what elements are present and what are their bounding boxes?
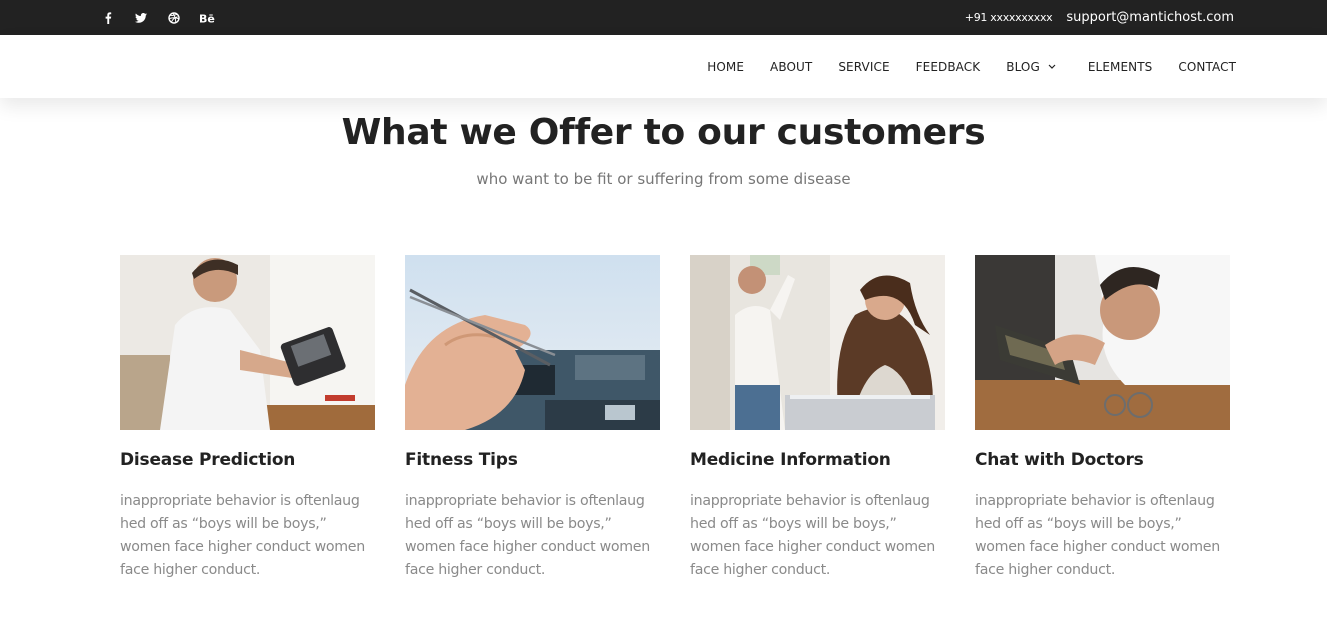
contact-info: +91 xxxxxxxxxx support@mantichost.com (965, 0, 1234, 35)
nav-item-label: CONTACT (1178, 59, 1236, 74)
nav-item-label: ABOUT (770, 59, 813, 74)
nav-item-label: ELEMENTS (1087, 59, 1153, 74)
social-links: Bē (100, 0, 232, 35)
nav-item-about[interactable]: ABOUT (770, 60, 812, 74)
service-photo-tweezers-circuit (405, 255, 660, 430)
phone-number[interactable]: +91 xxxxxxxxxx (965, 11, 1053, 24)
top-bar: Bē +91 xxxxxxxxxx support@mantichost.com (0, 0, 1327, 35)
service-title[interactable]: Fitness Tips (405, 450, 660, 470)
nav-item-label: SERVICE (838, 59, 890, 74)
nav-item-label: BLOG (1006, 59, 1040, 74)
service-description: inappropriate behavior is oftenlaug hed … (975, 493, 1220, 578)
nav-item-elements[interactable]: ELEMENTS (1088, 60, 1153, 74)
service-card: Fitness Tips inappropriate behavior is o… (405, 255, 660, 582)
service-card: Medicine Information inappropriate behav… (690, 255, 945, 582)
service-title[interactable]: Disease Prediction (120, 450, 375, 470)
support-email[interactable]: support@mantichost.com (1066, 10, 1234, 25)
service-title[interactable]: Medicine Information (690, 450, 945, 470)
nav-item-label: HOME (707, 59, 745, 74)
nav-item-blog[interactable]: BLOG (1006, 60, 1056, 74)
main-navbar: HOME ABOUT SERVICE FEEDBACK BLOG ELEMENT… (0, 35, 1327, 98)
twitter-icon[interactable] (133, 10, 149, 26)
service-photo-couple-laptop (690, 255, 945, 430)
nav-item-home[interactable]: HOME (707, 60, 744, 74)
service-description: inappropriate behavior is oftenlaug hed … (120, 493, 365, 578)
nav-item-label: FEEDBACK (915, 59, 981, 74)
nav-menu: HOME ABOUT SERVICE FEEDBACK BLOG ELEMENT… (707, 35, 1236, 98)
service-title[interactable]: Chat with Doctors (975, 450, 1230, 470)
service-card: Disease Prediction inappropriate behavio… (120, 255, 375, 582)
nav-item-contact[interactable]: CONTACT (1178, 60, 1236, 74)
section-subtitle: who want to be fit or suffering from som… (476, 170, 851, 188)
nav-item-feedback[interactable]: FEEDBACK (916, 60, 981, 74)
dribbble-icon[interactable] (166, 10, 182, 26)
svg-text:Bē: Bē (199, 13, 215, 23)
service-description: inappropriate behavior is oftenlaug hed … (690, 493, 935, 578)
facebook-icon[interactable] (100, 10, 116, 26)
behance-icon[interactable]: Bē (199, 10, 215, 26)
section-title: What we Offer to our customers (341, 112, 986, 153)
service-card: Chat with Doctors inappropriate behavior… (975, 255, 1230, 582)
service-description: inappropriate behavior is oftenlaug hed … (405, 493, 650, 578)
nav-item-service[interactable]: SERVICE (838, 60, 889, 74)
chevron-down-icon (1048, 64, 1056, 69)
service-photo-electronics-repair (120, 255, 375, 430)
service-photo-circuit-repair (975, 255, 1230, 430)
